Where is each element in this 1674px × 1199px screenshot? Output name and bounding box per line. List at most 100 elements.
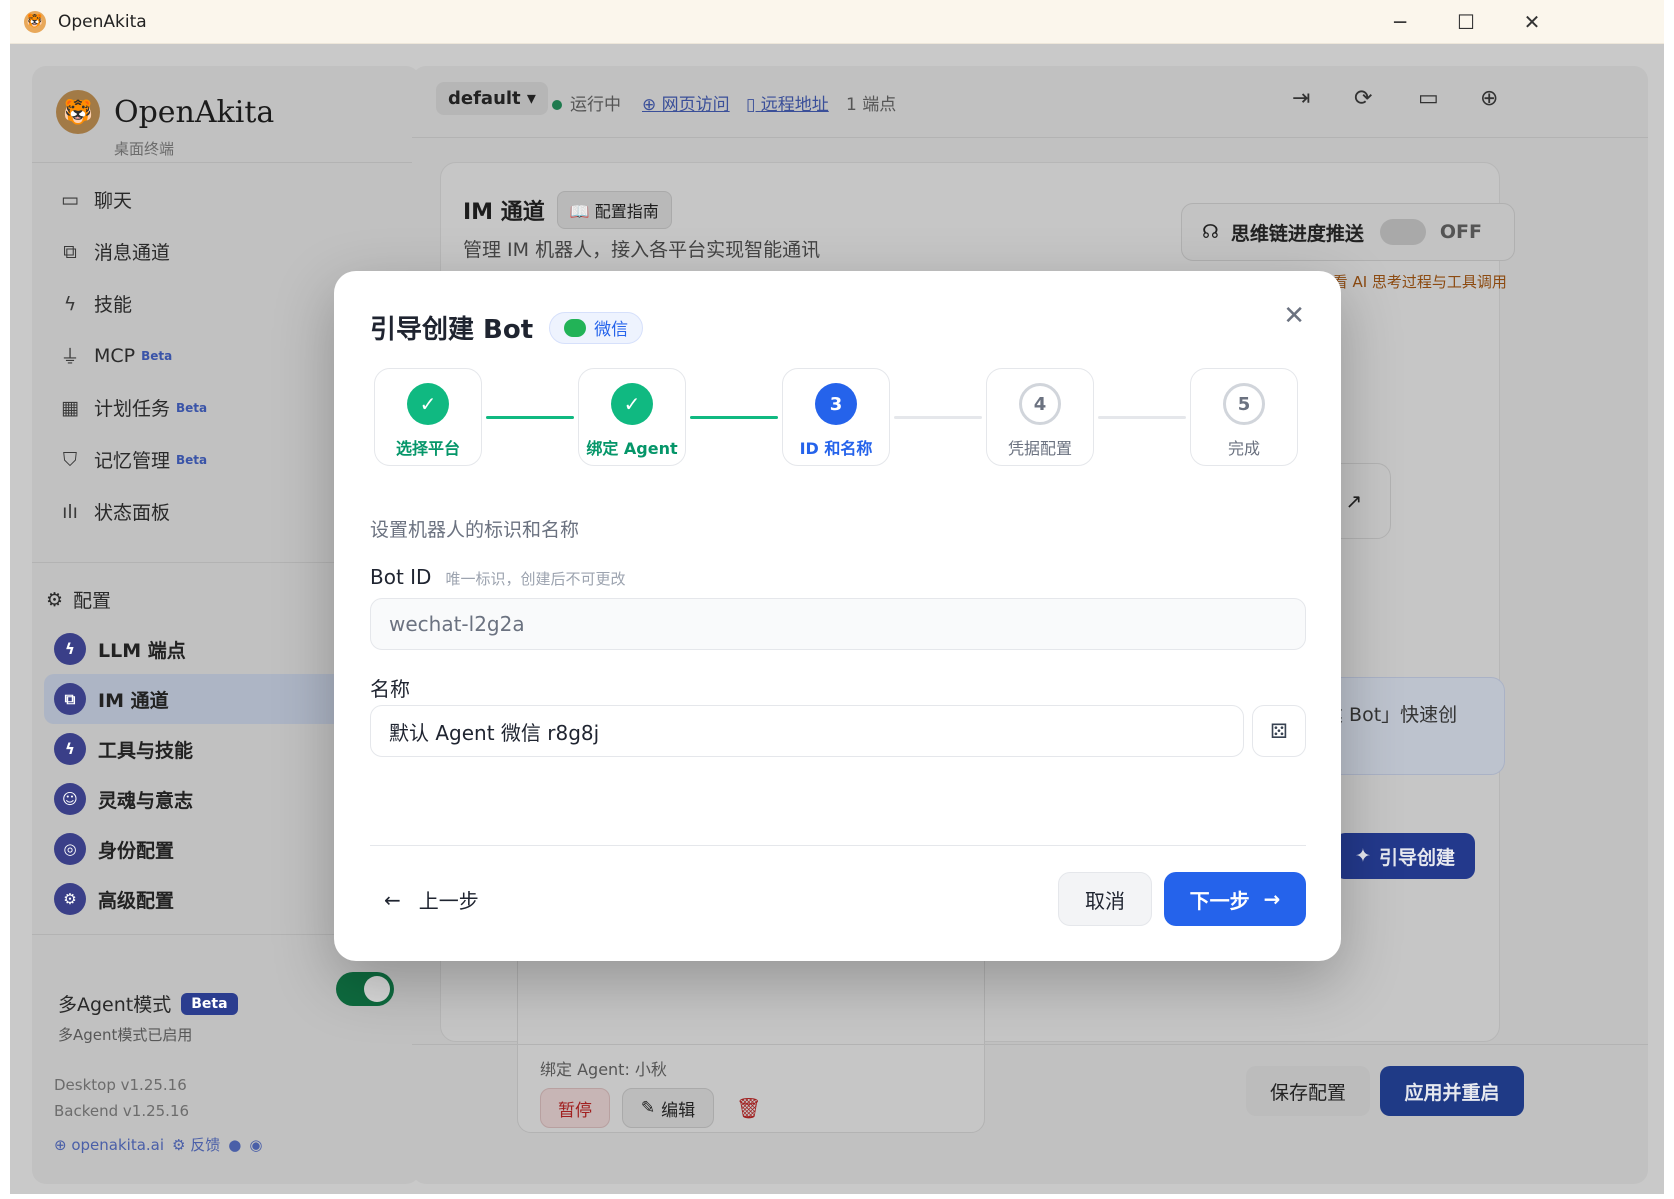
pause-button[interactable]: 暂停: [540, 1088, 610, 1128]
brain-icon: ☊: [1202, 221, 1219, 243]
step-connector: [894, 416, 982, 419]
config-section-header[interactable]: ⚙ 配置: [46, 586, 111, 613]
step-credentials: 4 凭据配置: [986, 368, 1094, 466]
workspace-selector[interactable]: default ▾: [436, 82, 548, 115]
lightning-icon: ϟ: [54, 633, 86, 665]
close-icon[interactable]: ✕: [1283, 301, 1305, 331]
think-push-toggle[interactable]: [1379, 219, 1426, 245]
brand: 🐯 OpenAkita 桌面终端: [56, 90, 275, 158]
remote-address-link[interactable]: ▯ 远程地址: [746, 90, 829, 115]
check-icon: ✓: [611, 383, 653, 425]
sidebar-item-message-channel[interactable]: ⧉ 消息通道: [58, 238, 170, 265]
cancel-button[interactable]: 取消: [1058, 872, 1152, 926]
sidebar-item-memory[interactable]: ⛉ 记忆管理 Beta: [58, 446, 207, 473]
sidebar-item-status[interactable]: ılı 状态面板: [58, 498, 170, 525]
refresh-icon[interactable]: ⟳: [1354, 86, 1372, 111]
feedback-link[interactable]: ⚙ 反馈: [172, 1134, 220, 1155]
edit-button[interactable]: ✎ 编辑: [622, 1088, 714, 1128]
sidebar-item-scheduled-tasks[interactable]: ▦ 计划任务 Beta: [58, 394, 207, 421]
step-connector: [1098, 416, 1186, 419]
github-icon[interactable]: ●: [228, 1136, 241, 1154]
plug-icon: ⏚: [60, 346, 80, 368]
dialog-divider: [370, 845, 1306, 846]
close-window-button[interactable]: ✕: [1498, 0, 1566, 44]
shield-icon: ⛉: [62, 448, 78, 471]
think-push-setting: ☊ 思维链进度推送 OFF: [1181, 203, 1515, 261]
external-link-icon: ↗: [1345, 489, 1363, 513]
sidebar-item-chat[interactable]: ▭ 聊天: [58, 186, 132, 213]
dialog-title: 引导创建 Bot 微信: [370, 309, 644, 346]
footer-divider: [412, 1044, 1648, 1045]
lightning-icon: ϟ: [54, 733, 86, 765]
monitor-icon[interactable]: ▭: [1418, 86, 1439, 111]
language-globe-icon[interactable]: ⊕: [1480, 86, 1498, 111]
brand-logo-icon: 🐯: [56, 90, 100, 134]
footer-links: ⊕ openakita.ai ⚙ 反馈 ● ◉: [54, 1134, 262, 1155]
toggle-state: OFF: [1439, 221, 1483, 243]
previous-step-button[interactable]: ← 上一步: [384, 885, 479, 914]
arrow-left-icon: ←: [384, 887, 401, 912]
maximize-button[interactable]: ☐: [1432, 0, 1500, 44]
beta-badge: Beta: [176, 400, 208, 415]
community-icon[interactable]: ◉: [249, 1136, 262, 1154]
check-icon: ✓: [407, 383, 449, 425]
bot-card: 绑定 Agent: 小秋 暂停 ✎ 编辑 🗑: [517, 943, 985, 1133]
trash-icon[interactable]: 🗑: [736, 1096, 761, 1120]
bot-id-input[interactable]: wechat-l2g2a: [370, 598, 1306, 650]
sidebar-divider: [32, 162, 420, 163]
step-complete: 5 完成: [1190, 368, 1298, 466]
multi-agent-status: 多Agent模式已启用: [58, 1026, 193, 1044]
platform-badge: 微信: [549, 311, 644, 344]
robot-icon: ☺: [54, 783, 86, 815]
page-title: IM 通道 📖 配置指南: [463, 191, 672, 229]
multi-agent-label: 多Agent模式 Beta: [58, 990, 238, 1017]
config-guide-button[interactable]: 📖 配置指南: [556, 191, 672, 229]
desktop-version: Desktop v1.25.16: [54, 1076, 187, 1094]
step-number: 3: [815, 383, 857, 425]
step-connector: [486, 416, 574, 419]
backend-version: Backend v1.25.16: [54, 1102, 190, 1120]
step-number: 4: [1019, 383, 1061, 425]
step-connector: [690, 416, 778, 419]
minimize-button[interactable]: ─: [1366, 0, 1434, 44]
apply-restart-button[interactable]: 应用并重启: [1380, 1066, 1524, 1116]
save-config-button[interactable]: 保存配置: [1246, 1066, 1370, 1116]
bot-name-input[interactable]: 默认 Agent 微信 r8g8j: [370, 705, 1244, 757]
gear-icon: ⚙: [46, 588, 64, 611]
message-channel-icon: ⧉: [63, 240, 77, 263]
multi-agent-toggle[interactable]: [336, 972, 394, 1006]
beta-badge: Beta: [176, 452, 208, 467]
guide-create-button[interactable]: ✦ 引导创建: [1335, 833, 1475, 879]
web-access-link[interactable]: ⊕ 网页访问: [642, 90, 730, 115]
beta-badge: Beta: [141, 348, 173, 363]
dice-icon: ⚄: [1270, 719, 1288, 743]
step-bind-agent: ✓ 绑定 Agent: [578, 368, 686, 466]
sparkle-icon: ✦: [1355, 845, 1371, 867]
book-icon: 📖: [569, 202, 595, 221]
sidebar-item-mcp[interactable]: ⏚ MCP Beta: [58, 342, 172, 369]
sidebar-item-skills[interactable]: ϟ 技能: [58, 290, 132, 317]
running-status: 运行中: [552, 90, 621, 115]
endpoint-count: 1 端点: [846, 95, 897, 115]
website-link[interactable]: ⊕ openakita.ai: [54, 1136, 164, 1154]
step-description: 设置机器人的标识和名称: [370, 519, 580, 541]
bar-chart-icon: ılı: [62, 500, 78, 523]
bot-id-hint: 唯一标识，创建后不可更改: [445, 570, 626, 588]
arrow-right-icon: →: [1263, 887, 1281, 911]
title-bar: 🐯 OpenAkita ─ ☐ ✕: [10, 0, 1664, 44]
clipboard-icon: ▯: [746, 95, 761, 115]
next-step-button[interactable]: 下一步 →: [1164, 872, 1306, 926]
logout-icon[interactable]: ⇥: [1292, 86, 1310, 111]
randomize-name-button[interactable]: ⚄: [1252, 705, 1306, 757]
lightning-icon: ϟ: [63, 292, 77, 315]
step-select-platform: ✓ 选择平台: [374, 368, 482, 466]
brand-name: OpenAkita: [114, 94, 275, 130]
status-dot-icon: [552, 100, 562, 110]
window-title: OpenAkita: [58, 11, 147, 32]
page-subtitle: 管理 IM 机器人，接入各平台实现智能通讯: [463, 239, 821, 261]
guided-create-bot-dialog: 引导创建 Bot 微信 ✕ ✓ 选择平台 ✓ 绑定 Agent 3 ID 和名称 4凭…: [334, 271, 1341, 961]
app-logo-icon: 🐯: [24, 10, 46, 33]
message-channel-icon: ⧉: [54, 683, 86, 715]
bound-agent-text: 绑定 Agent: 小秋: [540, 1060, 667, 1079]
chat-icon: ▭: [61, 188, 79, 211]
